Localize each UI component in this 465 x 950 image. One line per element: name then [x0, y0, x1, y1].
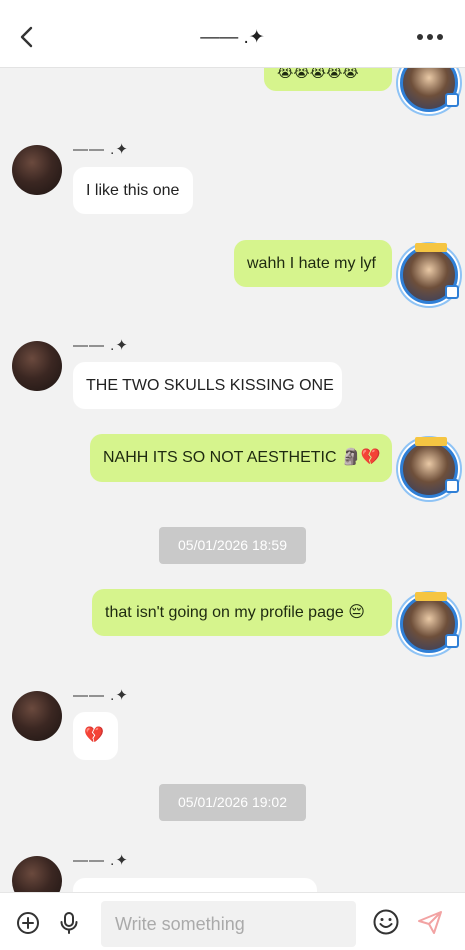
- message-bubble-contact[interactable]: THE TWO SKULLS KISSING ONE: [73, 362, 342, 409]
- emoji-icon: [373, 909, 399, 935]
- message-composer: [0, 892, 465, 950]
- timestamp-divider: 05/01/2026 19:02: [159, 784, 306, 821]
- own-avatar[interactable]: [400, 592, 459, 653]
- send-icon: [418, 911, 442, 934]
- contact-avatar[interactable]: [12, 341, 62, 391]
- message-bubble-contact[interactable]: [73, 878, 317, 892]
- message-bubble-own[interactable]: wahh I hate my lyf: [234, 240, 392, 287]
- sender-name: —— .✦: [73, 687, 129, 704]
- message-bubble-own[interactable]: that isn't going on my profile page 😔: [92, 589, 392, 636]
- timestamp-divider: 05/01/2026 18:59: [159, 527, 306, 564]
- message-input[interactable]: [101, 901, 356, 947]
- add-button[interactable]: [15, 910, 41, 936]
- message-text: NAHH ITS SO NOT AESTHETIC 🗿💔: [103, 449, 381, 466]
- sender-name: —— .✦: [73, 852, 129, 869]
- sender-name: —— .✦: [73, 337, 129, 354]
- voice-button[interactable]: [56, 910, 82, 936]
- message-bubble-contact[interactable]: I like this one: [73, 167, 193, 214]
- emoji-button[interactable]: [372, 908, 400, 936]
- contact-avatar[interactable]: [12, 691, 62, 741]
- own-avatar[interactable]: [400, 437, 459, 498]
- microphone-icon: [60, 912, 78, 934]
- own-avatar[interactable]: [400, 243, 459, 304]
- message-text: 😭😭😭😭😭: [277, 68, 359, 80]
- contact-avatar[interactable]: [12, 145, 62, 195]
- sender-name: —— .✦: [73, 141, 129, 158]
- message-list[interactable]: 😭😭😭😭😭 —— .✦ I like this one wahh I hate …: [0, 68, 465, 892]
- chat-title[interactable]: —— .✦: [0, 26, 465, 49]
- message-text: 💔: [84, 727, 104, 744]
- message-bubble-contact[interactable]: 💔: [73, 712, 118, 760]
- more-dots-icon: [417, 34, 423, 40]
- message-text: that isn't going on my profile page 😔: [105, 604, 365, 621]
- more-options-button[interactable]: [417, 30, 447, 44]
- message-bubble-own[interactable]: 😭😭😭😭😭: [264, 68, 392, 91]
- plus-circle-icon: [17, 912, 39, 934]
- send-button[interactable]: [416, 908, 444, 936]
- message-text: THE TWO SKULLS KISSING ONE: [86, 377, 334, 394]
- message-text: wahh I hate my lyf: [247, 255, 376, 272]
- chat-header: —— .✦: [0, 0, 465, 68]
- message-text: I like this one: [86, 182, 180, 199]
- own-avatar[interactable]: [400, 68, 459, 112]
- contact-avatar[interactable]: [12, 856, 62, 892]
- message-bubble-own[interactable]: NAHH ITS SO NOT AESTHETIC 🗿💔: [90, 434, 392, 482]
